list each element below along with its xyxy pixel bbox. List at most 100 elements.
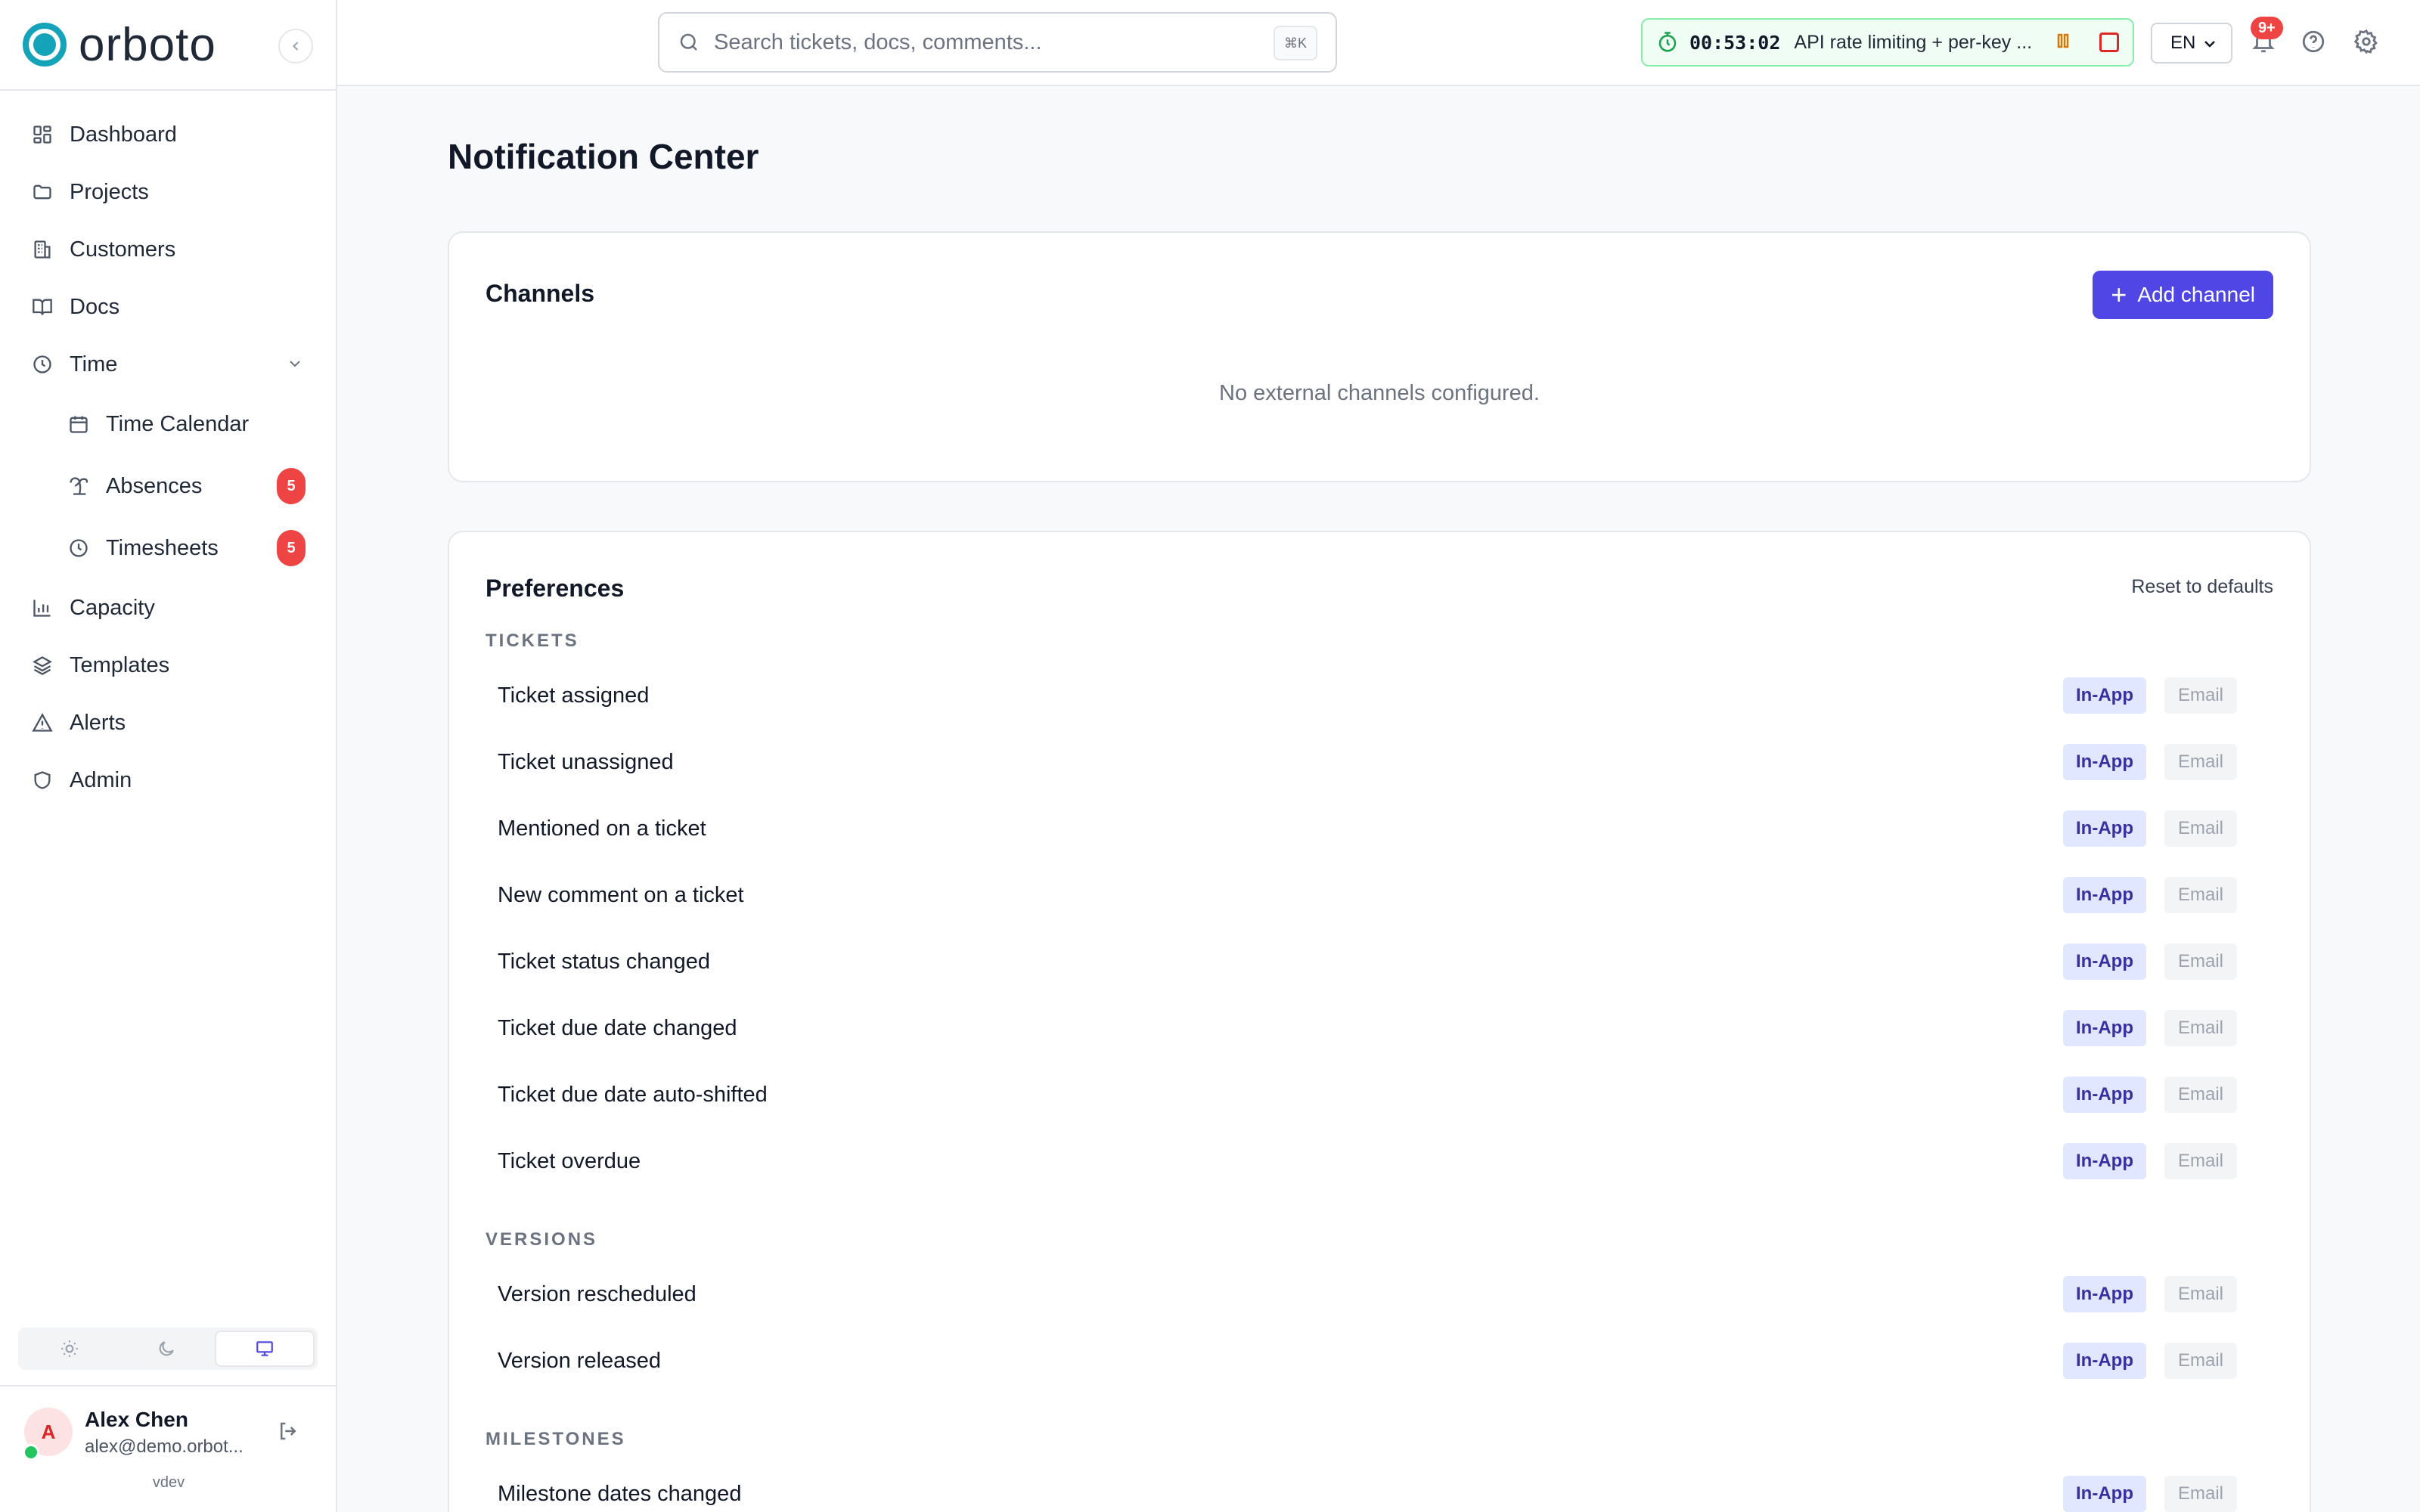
sidebar-item-absences[interactable]: Absences 5 [0, 455, 336, 517]
pref-label: Milestone dates changed [498, 1481, 742, 1506]
reset-defaults-button[interactable]: Reset to defaults [2131, 576, 2273, 598]
pref-row-version-rescheduled: Version rescheduled In-App Email [486, 1261, 2276, 1328]
search-icon [680, 33, 697, 51]
inapp-toggle[interactable]: In-App [2063, 1343, 2146, 1379]
chevron-down-icon[interactable] [286, 354, 304, 379]
settings-button[interactable] [2353, 29, 2379, 58]
stop-timer-button[interactable] [2099, 33, 2120, 52]
inapp-toggle[interactable]: In-App [2063, 1077, 2146, 1113]
theme-switcher [18, 1328, 318, 1370]
sidebar-nav: Dashboard Projects Customers Docs Time T… [0, 91, 336, 809]
pref-row-ticket-unassigned: Ticket unassigned In-App Email [486, 729, 2276, 795]
sidebar-item-label: Projects [70, 179, 149, 204]
pref-row-ticket-overdue: Ticket overdue In-App Email [486, 1128, 2276, 1194]
email-toggle[interactable]: Email [2164, 677, 2237, 714]
collapse-sidebar-button[interactable] [278, 29, 313, 64]
page-title: Notification Center [448, 137, 759, 176]
preferences-title: Preferences [486, 575, 625, 602]
sidebar-item-projects[interactable]: Projects [0, 163, 336, 221]
inapp-toggle[interactable]: In-App [2063, 1010, 2146, 1046]
email-toggle[interactable]: Email [2164, 1476, 2237, 1512]
sidebar-item-dashboard[interactable]: Dashboard [0, 106, 336, 163]
sidebar-item-capacity[interactable]: Capacity [0, 579, 336, 637]
section-heading-milestones: MILESTONES [486, 1429, 626, 1449]
language-selected-value: EN [2170, 33, 2196, 53]
top-bar: Search tickets, docs, comments... ⌘K 00:… [337, 0, 2420, 86]
inapp-toggle[interactable]: In-App [2063, 1143, 2146, 1179]
help-button[interactable] [2301, 29, 2326, 58]
sidebar-item-label: Dashboard [70, 122, 177, 147]
email-toggle[interactable]: Email [2164, 1077, 2237, 1113]
inapp-toggle[interactable]: In-App [2063, 810, 2146, 847]
sidebar: orboto Dashboard Projects Customers Docs… [0, 0, 337, 1512]
layers-icon [30, 653, 54, 677]
timesheets-count-badge: 5 [277, 530, 306, 566]
add-channel-label: Add channel [2137, 283, 2255, 306]
theme-system-button[interactable] [215, 1331, 315, 1367]
pref-label: Mentioned on a ticket [498, 816, 706, 841]
sidebar-item-timesheets[interactable]: Timesheets 5 [0, 517, 336, 579]
pref-label: New comment on a ticket [498, 882, 744, 907]
email-toggle[interactable]: Email [2164, 1010, 2237, 1046]
pref-row-version-released: Version released In-App Email [486, 1328, 2276, 1394]
email-toggle[interactable]: Email [2164, 1343, 2237, 1379]
sidebar-item-admin[interactable]: Admin [0, 751, 336, 809]
theme-dark-button[interactable] [118, 1331, 215, 1367]
inapp-toggle[interactable]: In-App [2063, 1476, 2146, 1512]
inapp-toggle[interactable]: In-App [2063, 677, 2146, 714]
pref-row-ticket-assigned: Ticket assigned In-App Email [486, 662, 2276, 729]
pref-row-ticket-comment: New comment on a ticket In-App Email [486, 862, 2276, 928]
inapp-toggle[interactable]: In-App [2063, 877, 2146, 913]
add-channel-button[interactable]: + Add channel [2093, 271, 2273, 319]
sidebar-item-templates[interactable]: Templates [0, 637, 336, 694]
calendar-icon [67, 412, 91, 436]
clock-icon [67, 536, 91, 560]
active-timer[interactable]: 00:53:02 API rate limiting + per-key ... [1641, 18, 2134, 67]
theme-light-button[interactable] [21, 1331, 118, 1367]
brand-name: orboto [79, 18, 216, 71]
sidebar-item-alerts[interactable]: Alerts [0, 694, 336, 751]
inapp-toggle[interactable]: In-App [2063, 744, 2146, 780]
pref-label: Version rescheduled [498, 1281, 697, 1306]
bar-chart-icon [30, 596, 54, 620]
sidebar-item-label: Timesheets [106, 535, 219, 560]
section-heading-versions: VERSIONS [486, 1229, 598, 1250]
moon-icon [159, 1341, 174, 1356]
channels-title: Channels [486, 280, 595, 307]
email-toggle[interactable]: Email [2164, 1143, 2237, 1179]
search-input[interactable]: Search tickets, docs, comments... ⌘K [658, 12, 1337, 73]
sidebar-item-customers[interactable]: Customers [0, 221, 336, 278]
search-shortcut-hint: ⌘K [1273, 26, 1317, 60]
channels-card: Channels + Add channel No external chann… [448, 231, 2311, 482]
inapp-toggle[interactable]: In-App [2063, 943, 2146, 980]
search-placeholder: Search tickets, docs, comments... [714, 29, 1042, 54]
email-toggle[interactable]: Email [2164, 810, 2237, 847]
pref-row-milestone-dates: Milestone dates changed In-App Email [486, 1461, 2276, 1512]
timer-task-name: API rate limiting + per-key ... [1794, 31, 2033, 53]
pref-label: Ticket assigned [498, 683, 650, 708]
dashboard-icon [30, 122, 54, 147]
user-profile: A Alex Chen alex@demo.orbot... vdev [0, 1385, 337, 1512]
email-toggle[interactable]: Email [2164, 1276, 2237, 1312]
email-toggle[interactable]: Email [2164, 943, 2237, 980]
help-icon [2302, 30, 2325, 53]
sidebar-item-label: Customers [70, 237, 176, 262]
clock-icon [30, 352, 54, 376]
inapp-toggle[interactable]: In-App [2063, 1276, 2146, 1312]
sidebar-item-docs[interactable]: Docs [0, 278, 336, 336]
notifications-count-badge: 9+ [2251, 17, 2283, 39]
logout-icon [281, 1422, 296, 1440]
pref-label: Ticket due date auto-shifted [498, 1082, 768, 1107]
sidebar-item-time-calendar[interactable]: Time Calendar [0, 393, 336, 455]
pause-timer-button[interactable] [2054, 31, 2072, 54]
email-toggle[interactable]: Email [2164, 744, 2237, 780]
sidebar-item-label: Admin [70, 767, 132, 792]
email-toggle[interactable]: Email [2164, 877, 2237, 913]
logout-button[interactable] [277, 1420, 299, 1446]
absences-count-badge: 5 [277, 468, 306, 504]
sidebar-item-time[interactable]: Time [0, 336, 336, 393]
gear-icon [2353, 29, 2378, 54]
section-heading-tickets: TICKETS [486, 631, 579, 651]
language-select[interactable]: EN [2151, 23, 2232, 64]
app-version: vdev [152, 1474, 185, 1491]
